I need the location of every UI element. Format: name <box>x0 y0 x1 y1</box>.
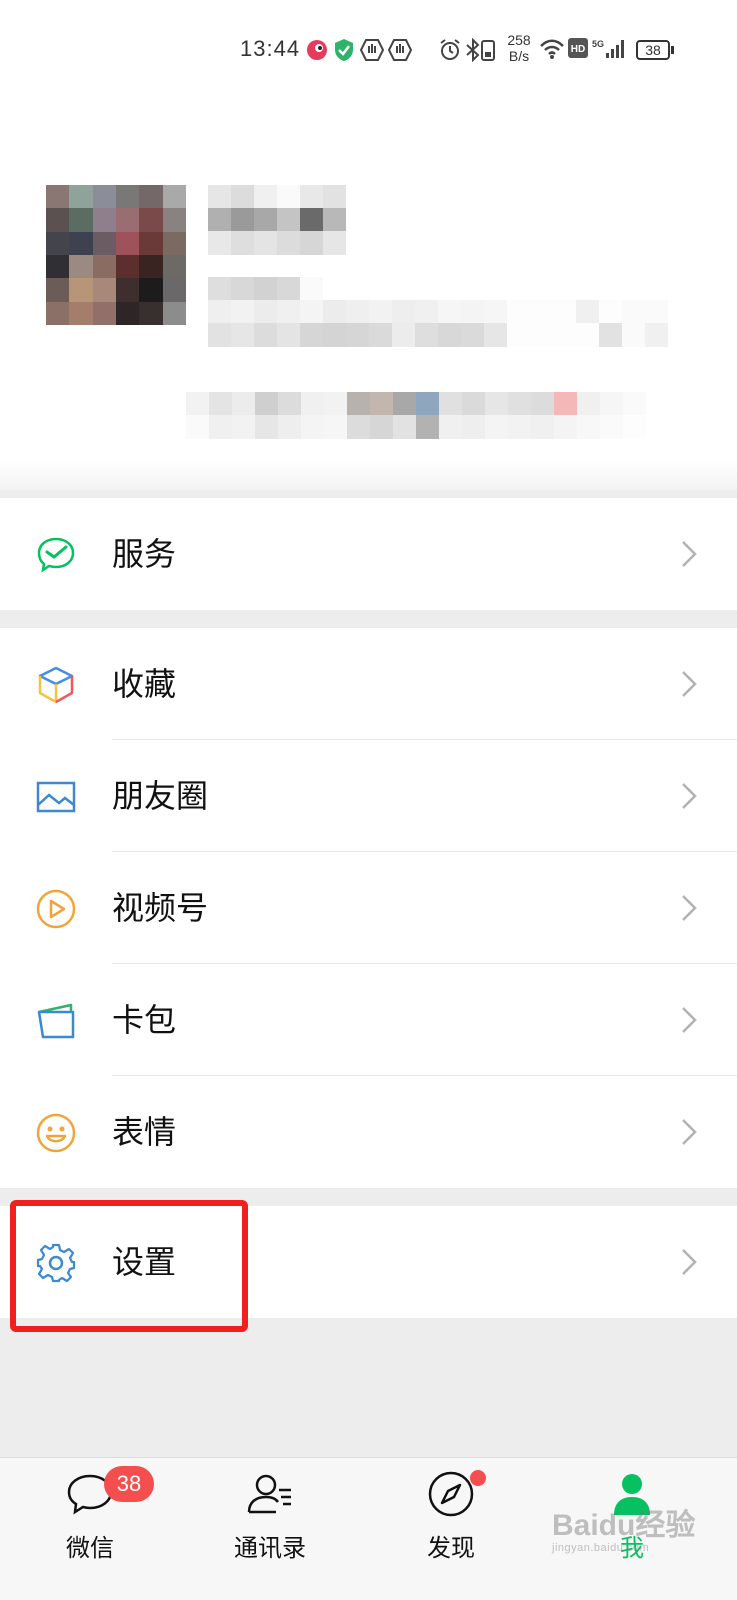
nickname-blurred <box>208 185 346 209</box>
wechat-id-blurred <box>208 300 668 324</box>
chevron-right-icon <box>682 1007 697 1033</box>
nickname-blurred <box>208 208 346 232</box>
svg-text:5G: 5G <box>592 39 604 49</box>
tab-discover[interactable]: 发现 <box>386 1458 516 1600</box>
notification-dot <box>470 1470 486 1486</box>
chevron-right-icon <box>682 1119 697 1145</box>
profile-divider <box>0 460 737 490</box>
status-bar: 13:44 258 B/s HD 5G 38 <box>0 0 737 100</box>
status-time: 13:44 <box>240 36 301 61</box>
chevron-right-icon <box>682 1249 697 1275</box>
wechat-id-blurred <box>208 323 668 347</box>
app-notification-icon <box>307 40 327 60</box>
menu-item-cards[interactable]: 卡包 <box>0 964 737 1076</box>
menu-label-moments: 朋友圈 <box>112 777 209 815</box>
watermark-url: jingyan.baidu.com <box>552 1542 650 1554</box>
network-speed: 258 B/s <box>504 32 534 64</box>
favorites-icon <box>38 666 74 704</box>
chevron-right-icon <box>682 783 697 809</box>
service-icon <box>37 537 75 573</box>
tab-label-chats: 微信 <box>66 1534 114 1562</box>
watermark-brand: Baidu经验 <box>552 1509 696 1542</box>
tab-label-discover: 发现 <box>427 1534 475 1562</box>
tab-label-contacts: 通讯录 <box>234 1534 306 1562</box>
watermark: Baidu经验 jingyan.baidu.com <box>552 1500 695 1554</box>
status-blurred <box>186 415 646 439</box>
network-speed-unit: B/s <box>508 48 530 64</box>
menu-label-favorites: 收藏 <box>112 665 177 703</box>
menu-group-service: 服务 <box>0 498 737 610</box>
hd-icon: HD <box>568 38 588 58</box>
menu-group-main: 收藏 朋友圈 视频号 卡包 表情 <box>0 628 737 1188</box>
wifi-icon <box>540 39 564 59</box>
menu-item-service[interactable]: 服务 <box>0 498 737 610</box>
menu-label-service: 服务 <box>112 535 177 573</box>
card-wallet-icon <box>37 1003 75 1039</box>
battery-indicator: 38 <box>636 40 674 60</box>
compass-icon <box>428 1471 474 1517</box>
highlight-box <box>10 1200 248 1332</box>
menu-item-channels[interactable]: 视频号 <box>0 852 737 964</box>
menu-item-stickers[interactable]: 表情 <box>0 1076 737 1188</box>
unread-badge: 38 <box>104 1466 154 1502</box>
vibrate-icon <box>481 40 495 61</box>
smiley-icon <box>36 1113 76 1153</box>
5g-signal-icon: 5G <box>592 39 624 58</box>
moments-icon <box>36 781 76 813</box>
profile-header[interactable] <box>0 100 737 490</box>
contacts-icon <box>247 1474 291 1514</box>
shield-icon <box>335 39 353 61</box>
menu-label-channels: 视频号 <box>112 889 209 927</box>
alarm-icon <box>440 39 460 60</box>
avatar[interactable] <box>46 185 186 325</box>
nickname-blurred <box>208 231 346 255</box>
network-speed-value: 258 <box>507 32 531 48</box>
chevron-right-icon <box>682 671 697 697</box>
chevron-right-icon <box>682 541 697 567</box>
menu-label-cards: 卡包 <box>112 1001 177 1039</box>
menu-item-favorites[interactable]: 收藏 <box>0 628 737 740</box>
wechat-id-blurred <box>208 277 323 301</box>
menu-label-stickers: 表情 <box>112 1113 177 1151</box>
tab-contacts[interactable]: 通讯录 <box>205 1458 335 1600</box>
status-blurred <box>186 392 646 416</box>
hand-icon <box>360 39 384 61</box>
menu-item-moments[interactable]: 朋友圈 <box>0 740 737 852</box>
chevron-right-icon <box>682 895 697 921</box>
hand-icon <box>388 39 412 61</box>
channels-icon <box>36 889 76 929</box>
svg-text:HD: HD <box>571 44 585 55</box>
